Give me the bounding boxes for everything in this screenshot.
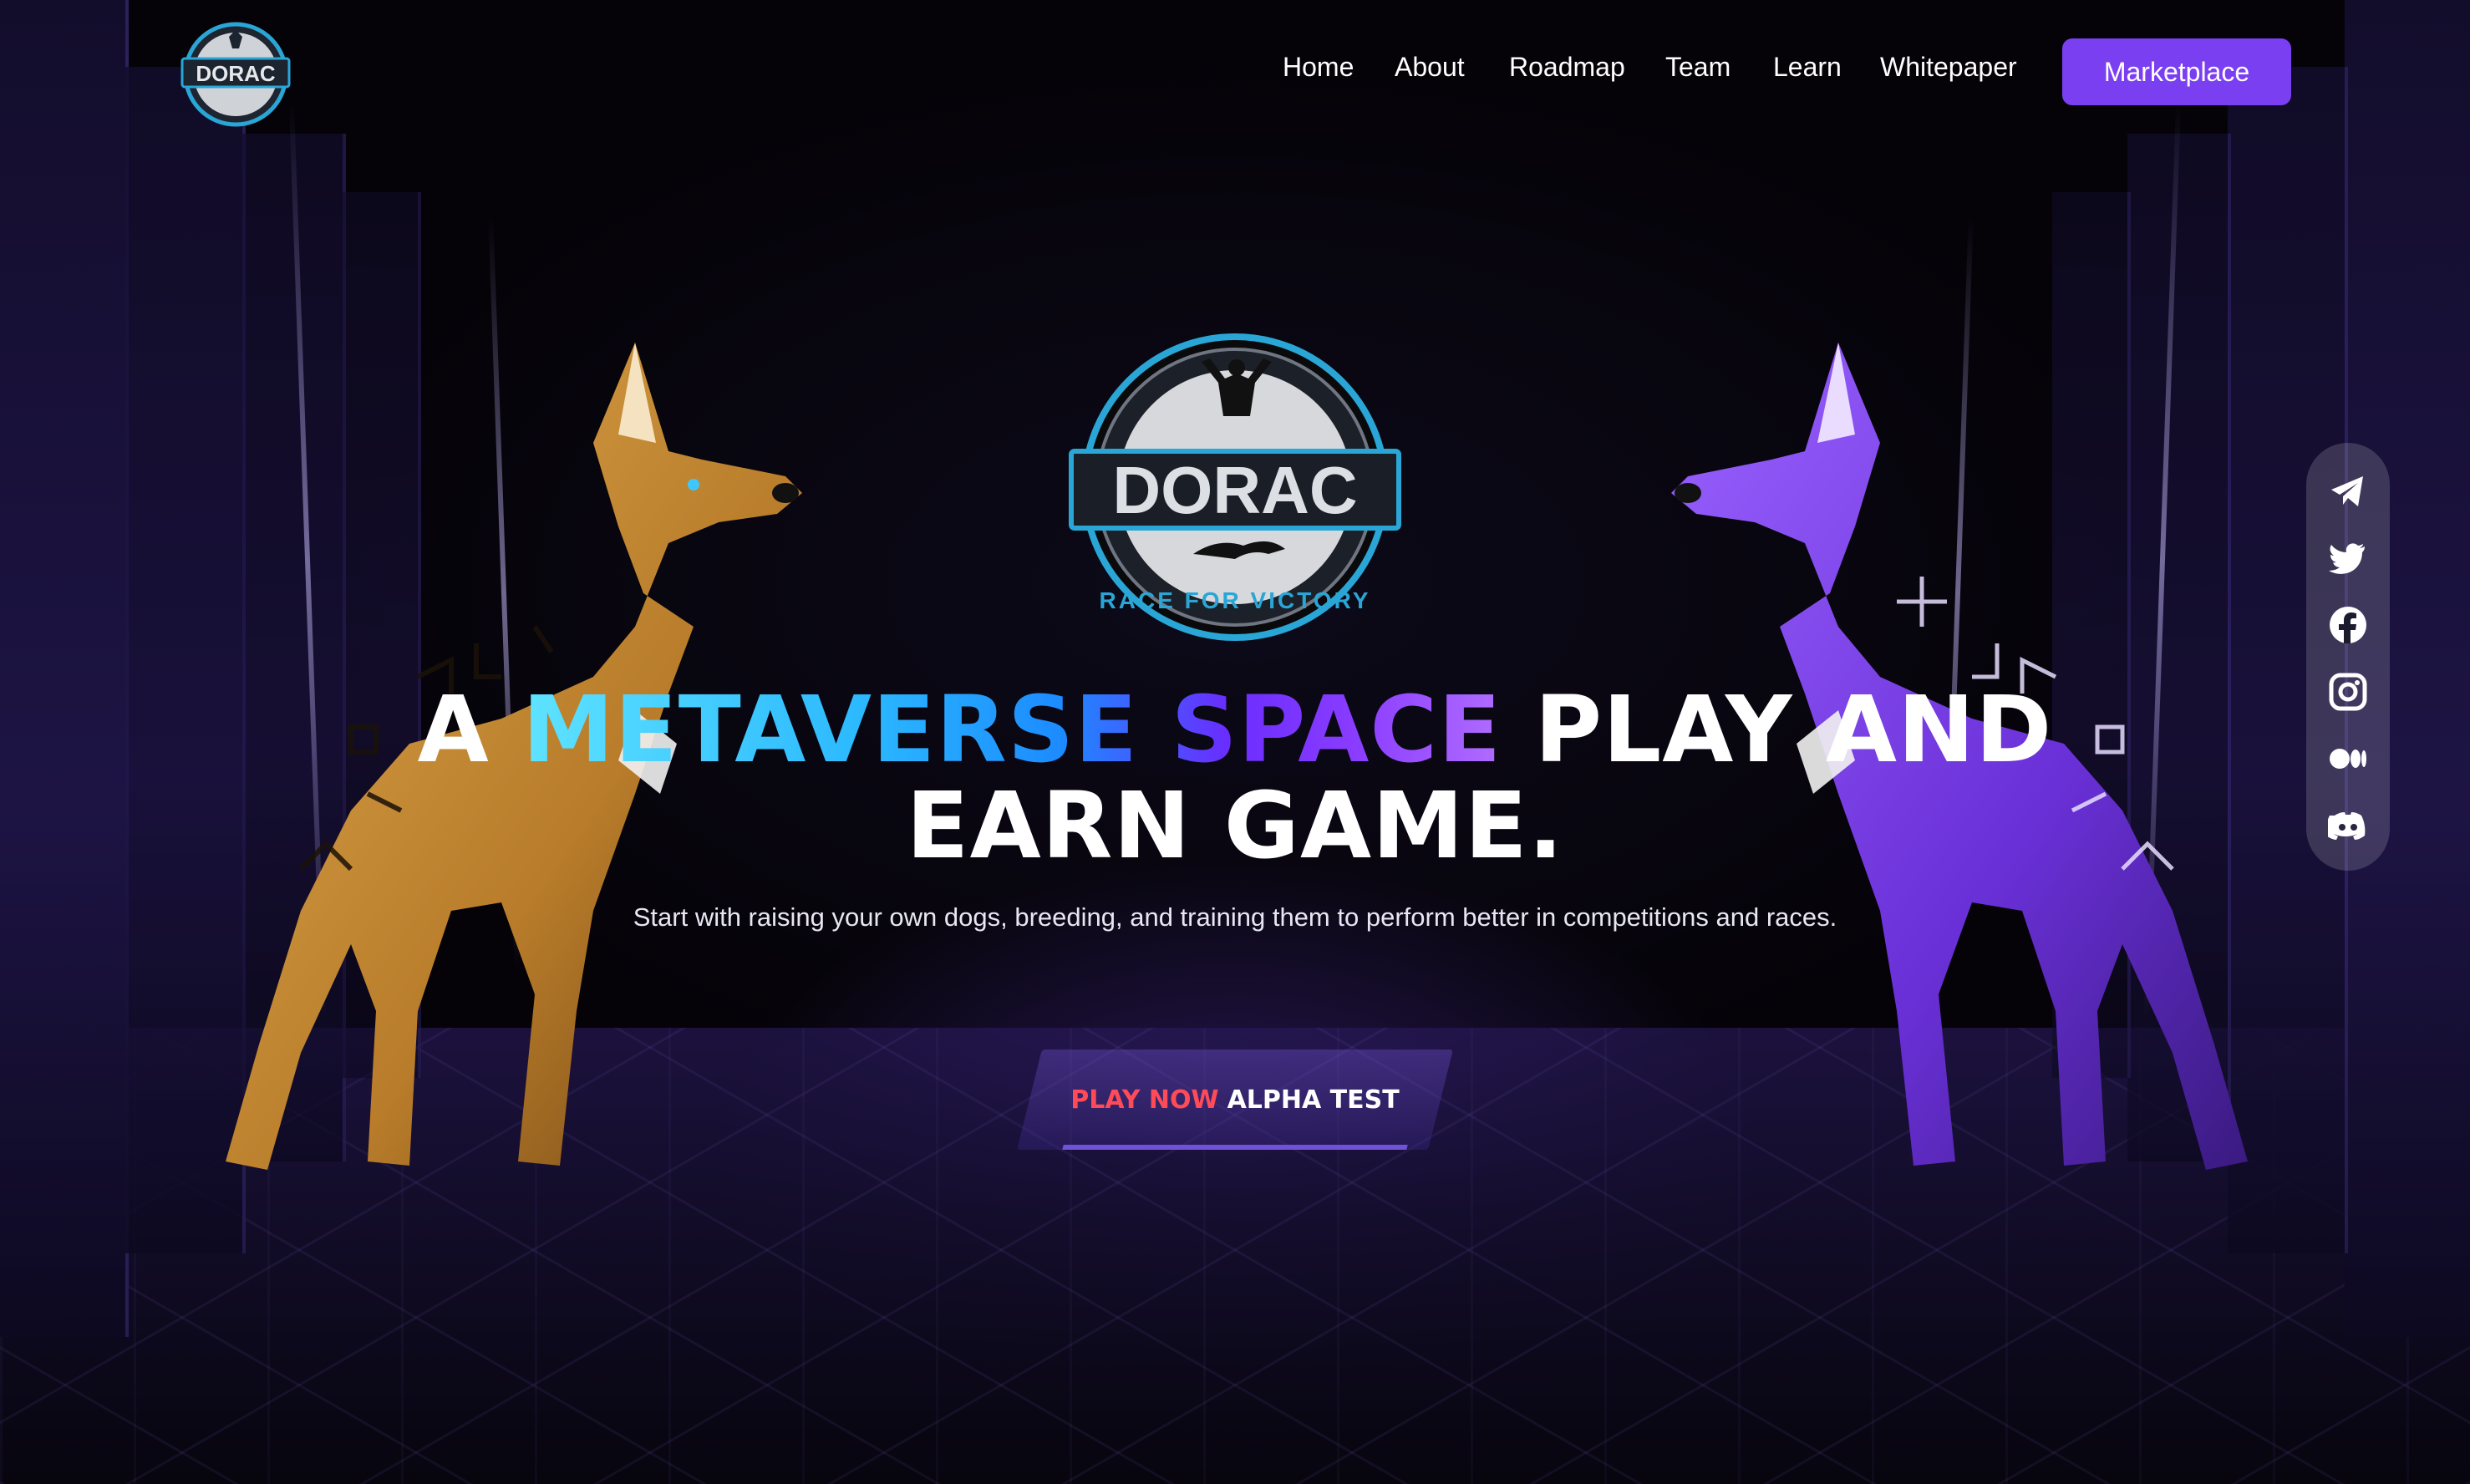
cta-alpha-test-text: ALPHA TEST xyxy=(1227,1085,1400,1115)
headline-prefix: A xyxy=(417,676,523,783)
hero-logo-text: DORAC xyxy=(1112,453,1357,527)
hero-logo-tagline: RACE FOR VICTORY xyxy=(1100,587,1371,613)
nav-home[interactable]: Home xyxy=(1283,52,1354,83)
nav-whitepaper[interactable]: Whitepaper xyxy=(1880,52,2017,83)
telegram-icon[interactable] xyxy=(2328,471,2368,511)
logo-text: DORAC xyxy=(196,61,276,86)
social-links-bar xyxy=(2306,443,2390,871)
dorac-logo[interactable]: DORAC xyxy=(177,20,294,129)
instagram-icon[interactable] xyxy=(2328,672,2368,712)
cta-play-now-text: PLAY NOW xyxy=(1070,1085,1219,1115)
medium-icon[interactable] xyxy=(2328,739,2368,779)
marketplace-button[interactable]: Marketplace xyxy=(2062,38,2291,105)
hero-subtitle: Start with raising your own dogs, breedi… xyxy=(633,902,1837,932)
play-now-button[interactable]: PLAY NOW ALPHA TEST xyxy=(1017,1049,1453,1150)
headline-suffix: PLAY AND xyxy=(1502,676,2053,783)
cta-label: PLAY NOW ALPHA TEST xyxy=(1029,1049,1441,1150)
landing-page: DORAC Home About Roadmap Team Learn Whit… xyxy=(0,0,2470,1484)
nav-learn[interactable]: Learn xyxy=(1773,52,1842,83)
nav-team[interactable]: Team xyxy=(1665,52,1731,83)
nav-about[interactable]: About xyxy=(1395,52,1465,83)
headline-highlight: METAVERSE SPACE xyxy=(522,676,1502,783)
corridor-panel-left-1 xyxy=(0,0,129,1337)
hero-headline-line1: A METAVERSE SPACE PLAY AND xyxy=(0,679,2470,780)
hero-headline-line2: EARN GAME. xyxy=(906,772,1564,879)
dorac-hero-emblem: DORAC RACE FOR VICTORY xyxy=(1069,333,1401,641)
twitter-icon[interactable] xyxy=(2328,538,2368,578)
nav-roadmap[interactable]: Roadmap xyxy=(1509,52,1625,83)
discord-icon[interactable] xyxy=(2328,806,2368,846)
facebook-icon[interactable] xyxy=(2328,605,2368,645)
